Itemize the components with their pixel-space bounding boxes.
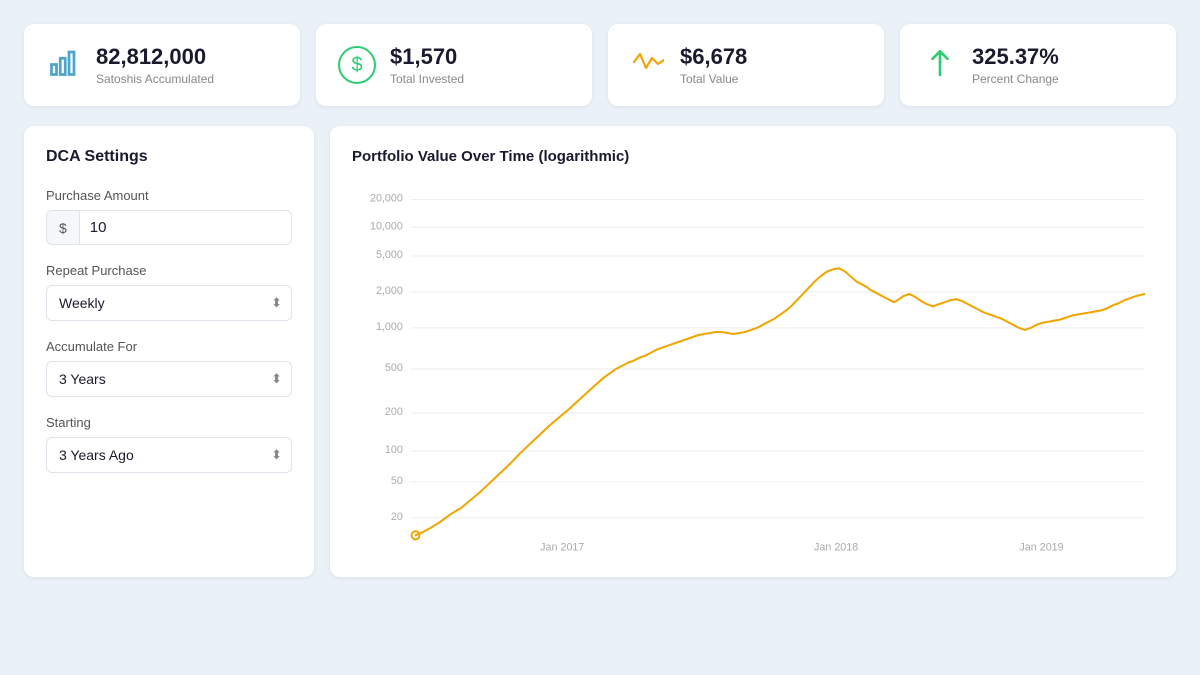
repeat-select-wrap: Weekly Daily Monthly ⬍ [46, 285, 292, 321]
svg-text:10,000: 10,000 [370, 220, 403, 232]
svg-text:5,000: 5,000 [376, 249, 403, 261]
svg-text:Jan 2019: Jan 2019 [1019, 542, 1063, 554]
percent-change-card: 325.37% Percent Change [900, 24, 1176, 106]
satoshis-label: Satoshis Accumulated [96, 72, 214, 86]
percent-change-value: 325.37% [972, 44, 1059, 70]
svg-text:1,000: 1,000 [376, 321, 403, 333]
purchase-amount-label: Purchase Amount [46, 188, 292, 203]
svg-text:500: 500 [385, 362, 403, 374]
svg-text:20,000: 20,000 [370, 193, 403, 205]
satoshis-card: 82,812,000 Satoshis Accumulated [24, 24, 300, 106]
total-invested-card: $ $1,570 Total Invested [316, 24, 592, 106]
dollar-prefix: $ [47, 211, 80, 244]
total-invested-label: Total Invested [390, 72, 464, 86]
dca-settings-panel: DCA Settings Purchase Amount $ .00 Repea… [24, 126, 314, 577]
stat-cards-row: 82,812,000 Satoshis Accumulated $ $1,570… [24, 24, 1176, 106]
settings-title: DCA Settings [46, 148, 292, 166]
repeat-select[interactable]: Weekly Daily Monthly [46, 285, 292, 321]
accumulate-for-group: Accumulate For 1 Year 2 Years 3 Years 5 … [46, 339, 292, 397]
starting-select[interactable]: 1 Year Ago 2 Years Ago 3 Years Ago 5 Yea… [46, 437, 292, 473]
accumulate-select[interactable]: 1 Year 2 Years 3 Years 5 Years 10 Years [46, 361, 292, 397]
chart-line [416, 269, 1145, 536]
svg-text:Jan 2017: Jan 2017 [540, 542, 584, 554]
arrow-up-icon [922, 47, 958, 84]
chart-area: 20,000 10,000 5,000 2,000 1,000 500 200 … [352, 181, 1154, 561]
starting-label: Starting [46, 415, 292, 430]
svg-text:20: 20 [391, 511, 403, 523]
activity-icon [630, 49, 666, 81]
purchase-amount-input-group: $ .00 [46, 210, 292, 245]
repeat-purchase-group: Repeat Purchase Weekly Daily Monthly ⬍ [46, 263, 292, 321]
chart-panel: Portfolio Value Over Time (logarithmic) … [330, 126, 1176, 577]
accumulate-select-wrap: 1 Year 2 Years 3 Years 5 Years 10 Years … [46, 361, 292, 397]
svg-text:200: 200 [385, 406, 403, 418]
starting-select-wrap: 1 Year Ago 2 Years Ago 3 Years Ago 5 Yea… [46, 437, 292, 473]
dollar-icon: $ [338, 46, 376, 84]
svg-text:50: 50 [391, 475, 403, 487]
main-row: DCA Settings Purchase Amount $ .00 Repea… [24, 126, 1176, 577]
purchase-amount-input[interactable] [80, 211, 292, 244]
repeat-purchase-label: Repeat Purchase [46, 263, 292, 278]
accumulate-label: Accumulate For [46, 339, 292, 354]
svg-text:100: 100 [385, 444, 403, 456]
total-value-label: Total Value [680, 72, 747, 86]
purchase-amount-group: Purchase Amount $ .00 [46, 188, 292, 245]
starting-group: Starting 1 Year Ago 2 Years Ago 3 Years … [46, 415, 292, 473]
chart-title: Portfolio Value Over Time (logarithmic) [352, 148, 1154, 165]
total-invested-value: $1,570 [390, 44, 464, 70]
total-value-value: $6,678 [680, 44, 747, 70]
bar-chart-icon [46, 47, 82, 84]
portfolio-chart-svg: 20,000 10,000 5,000 2,000 1,000 500 200 … [352, 181, 1154, 561]
svg-text:2,000: 2,000 [376, 285, 403, 297]
percent-change-label: Percent Change [972, 72, 1059, 86]
satoshis-value: 82,812,000 [96, 44, 214, 70]
total-value-card: $6,678 Total Value [608, 24, 884, 106]
svg-text:Jan 2018: Jan 2018 [814, 542, 858, 554]
